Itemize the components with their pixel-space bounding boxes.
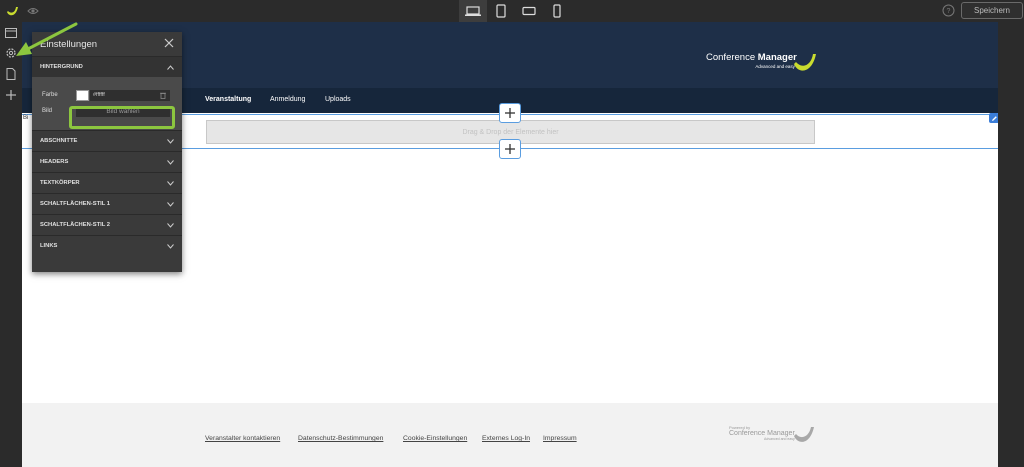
device-switcher bbox=[459, 0, 571, 22]
chevron-down-icon bbox=[167, 160, 174, 165]
footer-link-imprint[interactable]: Impressum bbox=[543, 435, 577, 442]
powered-by-brand: Powered by Conference Manager Advanced a… bbox=[729, 425, 795, 441]
chevron-down-icon bbox=[167, 139, 174, 144]
brand-tagline: Advanced and easy bbox=[755, 64, 795, 69]
footer-link-privacy[interactable]: Datenschutz-Bestimmungen bbox=[298, 435, 383, 442]
section-links[interactable]: LINKS bbox=[32, 235, 182, 256]
site-footer: Veranstalter kontaktieren Datenschutz-Be… bbox=[22, 403, 998, 467]
chevron-down-icon bbox=[167, 244, 174, 249]
tablet-portrait-icon bbox=[496, 4, 506, 18]
phone-view-button[interactable] bbox=[543, 0, 571, 22]
add-icon[interactable] bbox=[4, 88, 18, 102]
save-button[interactable]: Speichern bbox=[961, 2, 1023, 19]
banana-logo-icon[interactable] bbox=[4, 3, 20, 19]
section-textkoerper[interactable]: TEXTKÖRPER bbox=[32, 172, 182, 193]
footer-link-contact[interactable]: Veranstalter kontaktieren bbox=[205, 435, 280, 442]
footer-link-cookies[interactable]: Cookie-Einstellungen bbox=[403, 435, 467, 442]
brand-name: Conference Manager bbox=[706, 52, 797, 63]
nav-item-anmeldung[interactable]: Anmeldung bbox=[270, 96, 305, 103]
pencil-icon bbox=[991, 115, 997, 121]
color-swatch[interactable] bbox=[76, 90, 89, 101]
chevron-up-icon bbox=[167, 65, 174, 70]
section-headers[interactable]: HEADERS bbox=[32, 151, 182, 172]
section-label: LINKS bbox=[40, 243, 58, 249]
tablet-landscape-icon bbox=[522, 6, 536, 16]
close-icon[interactable] bbox=[164, 38, 174, 48]
powered-by-tagline: Advanced and easy bbox=[764, 437, 795, 441]
right-gutter bbox=[998, 22, 1024, 467]
section-button-style-1[interactable]: SCHALTFLÄCHEN-STIL 1 bbox=[32, 193, 182, 214]
chevron-down-icon bbox=[167, 223, 174, 228]
section-abschnitte[interactable]: ABSCHNITTE bbox=[32, 130, 182, 151]
editor-toolbar: ? Speichern bbox=[0, 0, 1024, 22]
section-label: SCHALTFLÄCHEN-STIL 2 bbox=[40, 222, 110, 228]
highlight-box-annotation bbox=[69, 106, 175, 129]
nav-item-veranstaltung[interactable]: Veranstaltung bbox=[205, 96, 251, 103]
tablet-landscape-view-button[interactable] bbox=[515, 0, 543, 22]
phone-icon bbox=[553, 4, 561, 18]
section-button-style-2[interactable]: SCHALTFLÄCHEN-STIL 2 bbox=[32, 214, 182, 235]
plus-icon bbox=[505, 108, 515, 118]
edit-section-button[interactable] bbox=[989, 113, 998, 123]
footer-link-external-login[interactable]: Externes Log-In bbox=[482, 435, 530, 442]
preview-eye-icon[interactable] bbox=[27, 5, 39, 17]
section-tag: Bi bbox=[23, 115, 29, 121]
help-icon[interactable]: ? bbox=[942, 4, 955, 17]
site-brand: Conference Manager Advanced and easy bbox=[706, 52, 797, 69]
section-label: SCHALTFLÄCHEN-STIL 1 bbox=[40, 201, 110, 207]
annotation-arrow-icon bbox=[16, 22, 78, 56]
banana-logo-gray-icon bbox=[794, 427, 814, 442]
add-section-below-button[interactable] bbox=[499, 139, 521, 159]
nav-item-uploads[interactable]: Uploads bbox=[325, 96, 351, 103]
image-label: Bild bbox=[42, 108, 53, 114]
color-label: Farbe bbox=[42, 92, 58, 98]
plus-icon bbox=[505, 144, 515, 154]
desktop-icon bbox=[465, 5, 481, 16]
trash-icon[interactable] bbox=[160, 92, 166, 99]
editor-sidebar bbox=[0, 22, 22, 467]
banana-logo-icon bbox=[794, 54, 816, 71]
tablet-portrait-view-button[interactable] bbox=[487, 0, 515, 22]
chevron-down-icon bbox=[167, 202, 174, 207]
section-label: ABSCHNITTE bbox=[40, 138, 78, 144]
powered-by-name: Conference Manager bbox=[729, 430, 795, 437]
color-value-input[interactable]: #ffffff bbox=[90, 90, 170, 101]
chevron-down-icon bbox=[167, 181, 174, 186]
add-section-above-button[interactable] bbox=[499, 103, 521, 123]
section-label: HEADERS bbox=[40, 159, 69, 165]
desktop-view-button[interactable] bbox=[459, 0, 487, 22]
svg-text:?: ? bbox=[947, 8, 951, 15]
section-label: TEXTKÖRPER bbox=[40, 180, 80, 186]
